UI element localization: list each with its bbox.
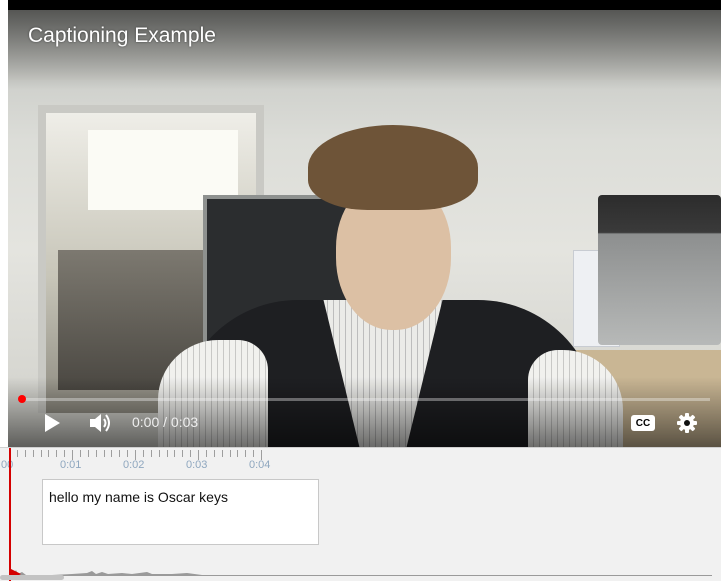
ruler-tick <box>87 450 89 457</box>
ruler-tick <box>229 450 231 457</box>
play-button[interactable] <box>38 408 66 438</box>
ruler-tick <box>261 450 262 460</box>
ruler-tick <box>48 450 50 457</box>
ruler-label: 0:04 <box>249 459 271 471</box>
play-icon <box>45 414 60 432</box>
video-frame[interactable] <box>8 10 721 447</box>
ruler-tick <box>174 450 176 457</box>
ruler-tick <box>103 450 105 457</box>
ruler-tick <box>40 450 42 457</box>
video-scene-hair <box>308 125 478 210</box>
caption-editor: 00 0:01 0:02 0:03 0:04 hello my name is … <box>0 447 721 581</box>
ruler-tick <box>56 450 58 457</box>
video-title[interactable]: Captioning Example <box>28 24 216 48</box>
title-gradient <box>8 10 721 90</box>
ruler-tick <box>253 450 255 457</box>
gear-icon <box>677 413 697 433</box>
player-controls: 0:00 / 0:03 CC <box>8 408 721 438</box>
ruler-tick <box>245 450 247 457</box>
timeline-ruler[interactable]: 00 0:01 0:02 0:03 0:04 <box>0 448 721 474</box>
audio-waveform <box>12 570 712 576</box>
cc-icon: CC <box>631 415 655 431</box>
ruler-tick <box>158 450 160 457</box>
ruler-tick <box>64 450 66 457</box>
ruler-tick <box>150 450 152 457</box>
caption-segment[interactable]: hello my name is Oscar keys <box>42 479 319 545</box>
ruler-tick <box>111 450 113 457</box>
ruler-tick <box>166 450 168 457</box>
captions-button[interactable]: CC <box>628 408 658 438</box>
ruler-tick <box>95 450 97 457</box>
progress-bar[interactable] <box>18 395 710 403</box>
ruler-tick <box>182 450 184 457</box>
ruler-tick <box>205 450 207 457</box>
ruler-label: 0:01 <box>60 459 82 471</box>
progress-scrubber-handle[interactable] <box>18 395 26 403</box>
ruler-tick <box>79 450 81 457</box>
ruler-tick <box>142 450 144 457</box>
ruler-tick <box>190 450 192 457</box>
timeline-scrollbar[interactable] <box>0 575 64 580</box>
playhead[interactable] <box>9 448 11 581</box>
volume-button[interactable] <box>86 408 116 438</box>
ruler-tick <box>127 450 129 457</box>
ruler-tick <box>213 450 215 457</box>
ruler-tick <box>32 450 34 457</box>
video-player[interactable]: Captioning Example 0:00 / 0:03 CC <box>8 0 721 447</box>
ruler-tick <box>135 450 136 460</box>
ruler-tick <box>221 450 223 457</box>
ruler-tick <box>24 450 26 457</box>
ruler-label: 0:03 <box>186 459 208 471</box>
video-scene-printer <box>598 195 721 345</box>
caption-text[interactable]: hello my name is Oscar keys <box>49 489 228 505</box>
ruler-tick <box>237 450 239 457</box>
ruler-label: 0:02 <box>123 459 145 471</box>
ruler-tick <box>72 450 73 460</box>
video-scene-person-head <box>308 125 478 330</box>
ruler-label: 00 <box>1 459 14 471</box>
ruler-tick <box>198 450 199 460</box>
time-display: 0:00 / 0:03 <box>132 414 199 430</box>
ruler-tick <box>119 450 121 457</box>
volume-icon <box>90 414 110 432</box>
settings-button[interactable] <box>672 408 702 438</box>
ruler-tick <box>16 450 18 457</box>
